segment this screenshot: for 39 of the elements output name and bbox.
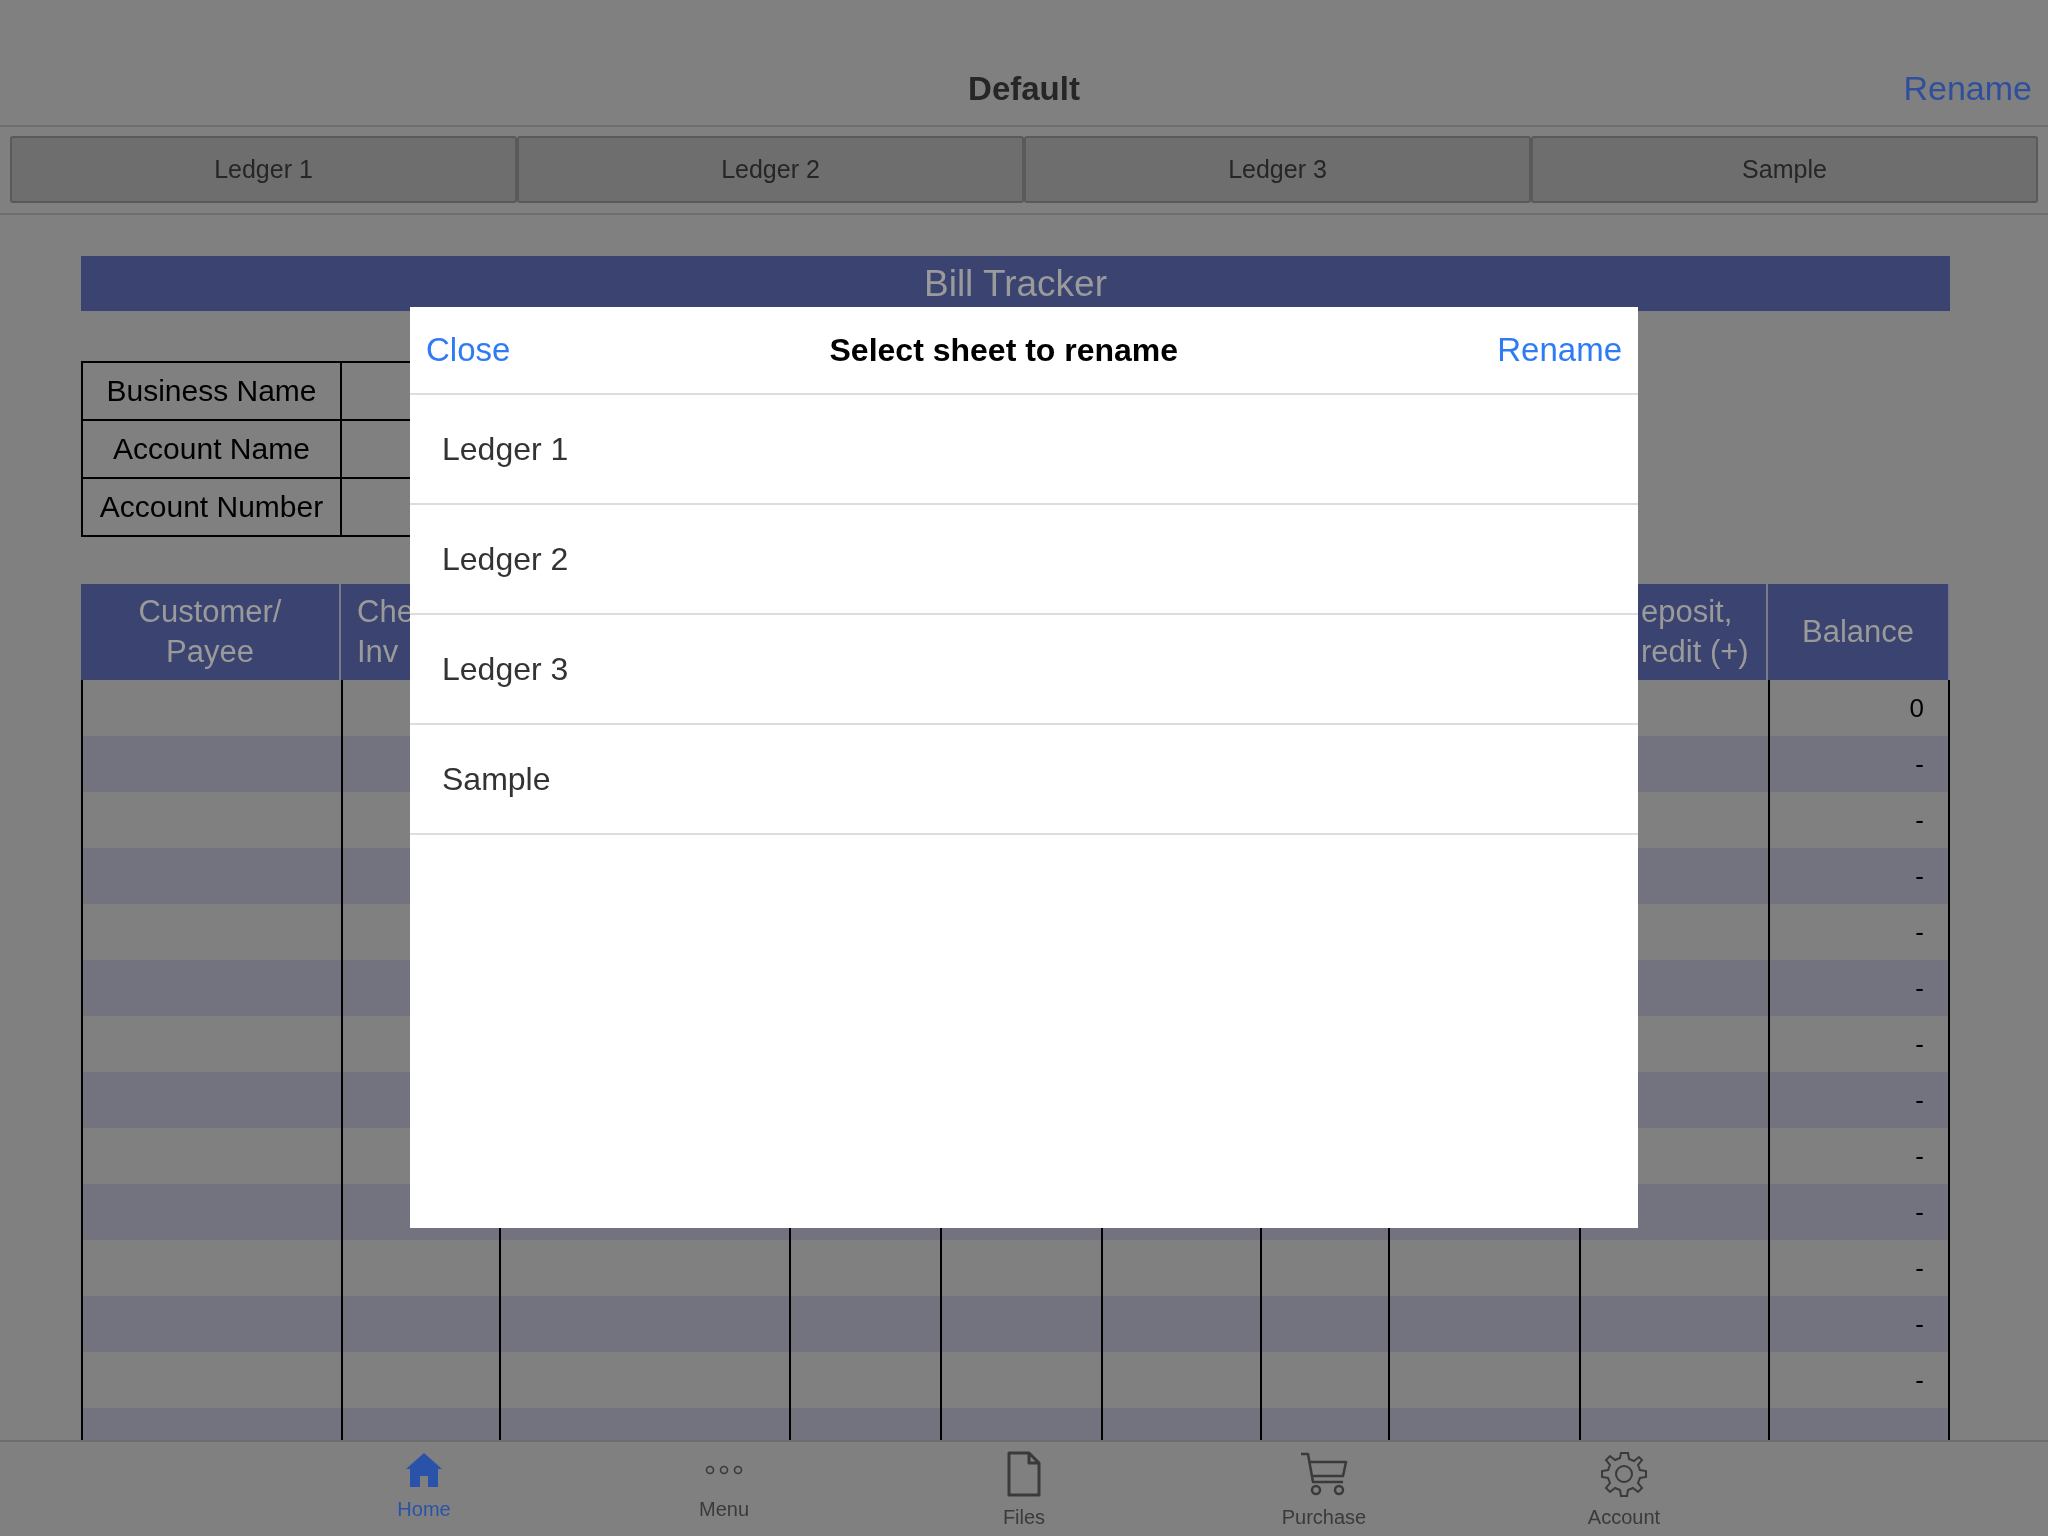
sheet-tab[interactable]: Ledger 2 [517,136,1024,203]
info-label: Business Name [81,363,342,419]
table-cell: - [1768,1296,1950,1352]
tab-bar-item[interactable]: Home [274,1442,574,1536]
sheet-title-bar: Bill Tracker [81,256,1950,311]
table-cell: - [1768,960,1950,1016]
home-icon [404,1450,444,1490]
info-label: Account Name [81,421,342,477]
cart-icon [1299,1450,1349,1498]
rename-button[interactable]: Rename [1903,63,2032,114]
sheet-list-item[interactable]: Ledger 1 [410,395,1638,505]
column-header: Balance [1802,613,1914,651]
close-button[interactable]: Close [426,325,511,375]
tab-bar-item[interactable]: Purchase [1174,1442,1474,1536]
sheet-tab[interactable]: Ledger 1 [10,136,517,203]
column-header: Customer/ [138,593,282,631]
dialog-title: Select sheet to rename [829,331,1179,370]
sheet-list-item[interactable]: Sample [410,725,1638,835]
tab-bar-item[interactable]: Menu [574,1442,874,1536]
file-icon [1006,1450,1042,1498]
sheet-list-item[interactable]: Ledger 3 [410,615,1638,725]
table-cell: - [1768,1184,1950,1240]
table-cell: - [1768,848,1950,904]
column-header: eposit, [1641,593,1733,631]
rename-button[interactable]: Rename [1497,325,1622,375]
sheet-tab[interactable]: Sample [1531,136,2038,203]
tab-bar-item[interactable]: Account [1474,1442,1774,1536]
more-icon [705,1465,743,1475]
screen-title: Default [968,69,1080,109]
column-header: redit (+) [1641,633,1749,671]
sheet-tab[interactable]: Ledger 3 [1024,136,1531,203]
settings-icon [1600,1450,1648,1498]
table-cell: - [1768,1072,1950,1128]
table-cell: - [1768,736,1950,792]
tab-bar-item[interactable]: Files [874,1442,1174,1536]
sheet-list-item[interactable]: Ledger 2 [410,505,1638,615]
info-label: Account Number [81,479,342,535]
column-header: Payee [166,633,254,671]
column-header: Inv [357,633,399,671]
